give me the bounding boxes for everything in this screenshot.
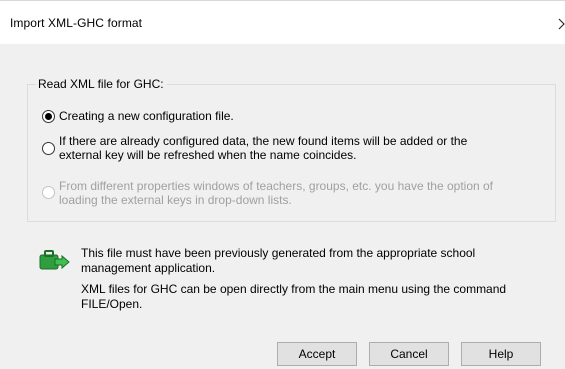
option-new-config-label: Creating a new configuration file. [59, 109, 234, 123]
close-icon [558, 18, 565, 30]
help-button[interactable]: Help [461, 342, 541, 366]
info-text-line2: management application. [81, 261, 216, 275]
green-briefcase-arrow-icon [38, 248, 70, 272]
radio-dropdown-keys [42, 186, 55, 199]
option-dropdown-keys-label: From different properties windows of tea… [59, 179, 494, 207]
option-dropdown-keys: From different properties windows of tea… [42, 179, 493, 207]
radio-add-refresh[interactable] [42, 142, 55, 155]
option-add-refresh-label: If there are already configured data, th… [59, 134, 468, 162]
cancel-button[interactable]: Cancel [369, 342, 449, 366]
title-bar: Import XML-GHC format [0, 0, 565, 44]
info-text-line1: This file must have been previously gene… [81, 246, 476, 260]
close-button[interactable] [550, 10, 565, 36]
accept-button[interactable]: Accept [277, 342, 357, 366]
info-text-line4: FILE/Open. [81, 297, 143, 311]
option-add-refresh[interactable]: If there are already configured data, th… [42, 134, 467, 162]
option-new-config[interactable]: Creating a new configuration file. [42, 109, 234, 123]
title-bar-top-border [0, 0, 565, 1]
dialog-title: Import XML-GHC format [10, 16, 143, 30]
info-text-line3: XML files for GHC can be open directly f… [81, 282, 507, 296]
groupbox-label: Read XML file for GHC: [36, 77, 167, 91]
radio-new-config[interactable] [42, 110, 55, 123]
